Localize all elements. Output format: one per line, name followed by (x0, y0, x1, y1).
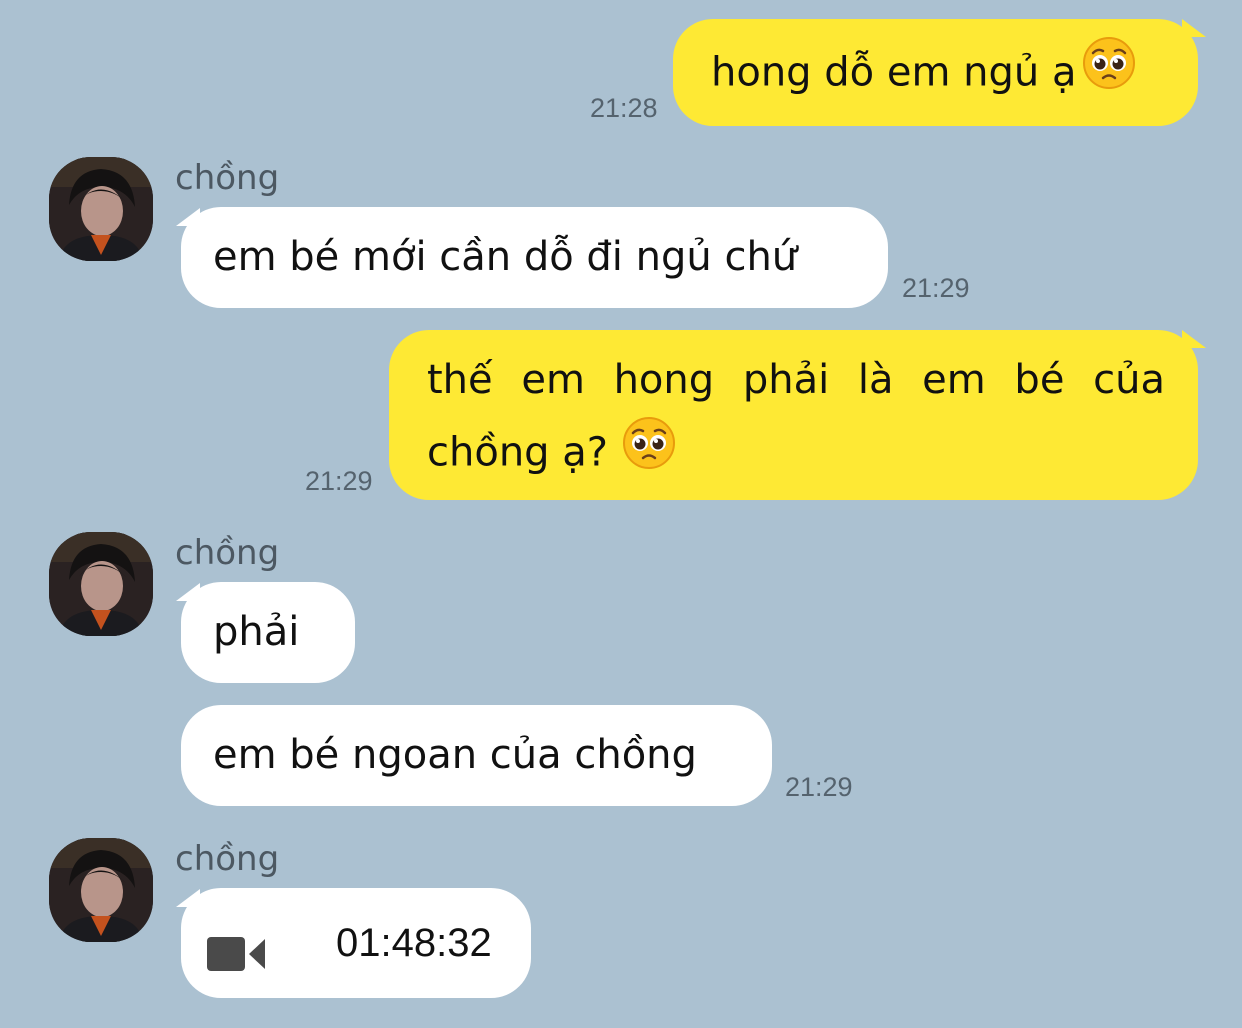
chat-view: 21:28 hong dỗ em ngủ ạ chồng em bé mới c… (0, 0, 1242, 1028)
message-bubble-received[interactable]: phải (181, 582, 355, 683)
bubble-tail (1182, 330, 1206, 348)
message-time: 21:29 (305, 466, 373, 496)
message-text: em bé ngoan của chồng (213, 732, 697, 778)
message-text: phải (213, 609, 300, 655)
word: là (857, 357, 894, 403)
message-bubble-sent[interactable]: hong dỗ em ngủ ạ (673, 19, 1198, 126)
word: phải (742, 357, 830, 403)
word: hong (613, 357, 715, 403)
word: bé (1014, 357, 1065, 403)
message-bubble-received[interactable]: em bé ngoan của chồng (181, 705, 772, 806)
word: em (922, 357, 986, 403)
message-text: chồng ạ? (427, 429, 609, 476)
message-text-line: thế em hong phải là em bé của (427, 344, 1165, 416)
sender-name: chồng (175, 839, 280, 879)
message-bubble-sent[interactable]: thế em hong phải là em bé của chồng ạ? (389, 330, 1198, 500)
bubble-tail (1182, 19, 1206, 37)
avatar[interactable] (49, 532, 153, 636)
message-text: em bé mới cần dỗ đi ngủ chứ (213, 234, 798, 280)
message-time: 21:29 (902, 273, 970, 303)
avatar[interactable] (49, 157, 153, 261)
pleading-face-icon (1082, 36, 1136, 113)
message-text: hong dỗ em ngủ ạ (711, 49, 1077, 96)
video-call-bubble[interactable]: 01:48:32 (181, 888, 531, 998)
message-time: 21:29 (785, 772, 853, 802)
sender-name: chồng (175, 158, 280, 198)
avatar[interactable] (49, 838, 153, 942)
word: của (1093, 357, 1165, 403)
word: thế (427, 357, 493, 403)
video-camera-icon (207, 924, 265, 996)
call-duration: 01:48:32 (336, 921, 492, 965)
message-text-line: chồng ạ? (427, 416, 1165, 493)
word: em (521, 357, 585, 403)
pleading-face-icon (622, 416, 676, 493)
sender-name: chồng (175, 533, 280, 573)
message-time: 21:28 (590, 93, 658, 123)
message-bubble-received[interactable]: em bé mới cần dỗ đi ngủ chứ (181, 207, 888, 308)
